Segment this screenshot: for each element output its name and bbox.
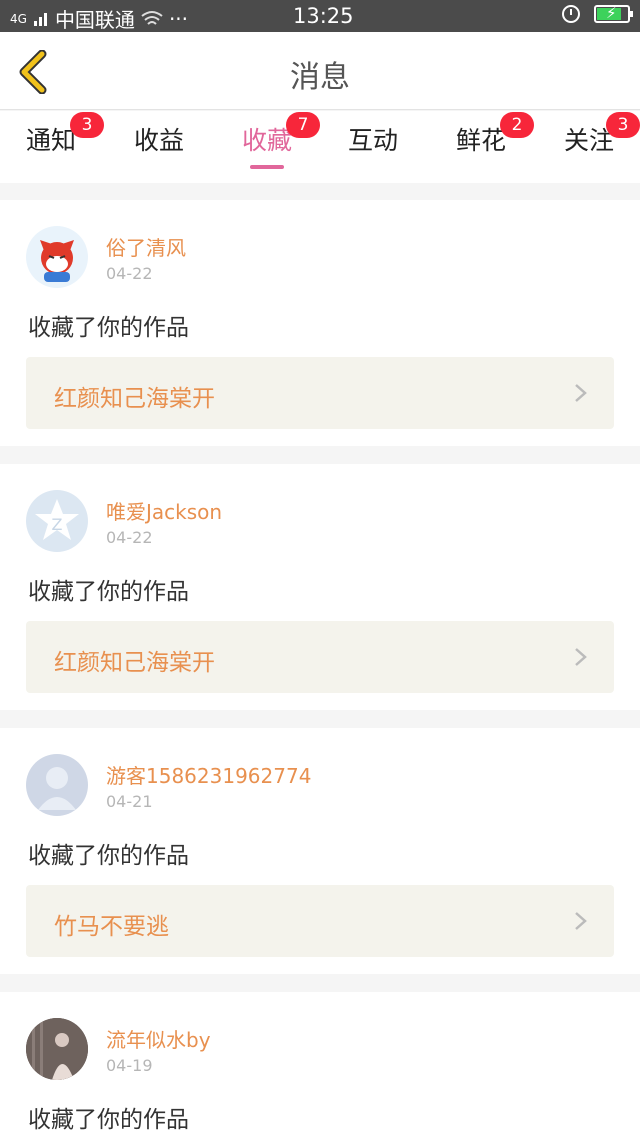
status-right: ⚡ bbox=[562, 4, 633, 23]
chevron-right-icon bbox=[575, 912, 587, 930]
default-star-avatar[interactable]: Z bbox=[26, 490, 88, 552]
tab-label: 互动 bbox=[347, 126, 398, 155]
message-date: 04-19 bbox=[106, 1056, 153, 1075]
action-text: 收藏了你的作品 bbox=[28, 1107, 189, 1133]
message-card: 游客1586231962774 04-21 收藏了你的作品 竹马不要逃 bbox=[0, 728, 640, 974]
user-name[interactable]: 俗了清风 bbox=[106, 232, 186, 261]
action-text: 收藏了你的作品 bbox=[28, 843, 189, 869]
chevron-right-icon bbox=[575, 648, 587, 666]
work-title: 竹马不要逃 bbox=[54, 914, 169, 940]
charging-icon: ⚡ bbox=[606, 4, 617, 22]
tab-label: 收藏 bbox=[241, 126, 292, 155]
user-name[interactable]: 唯爱Jackson bbox=[106, 496, 222, 525]
work-link[interactable]: 红颜知己海棠开 bbox=[26, 621, 614, 693]
work-link[interactable]: 竹马不要逃 bbox=[26, 885, 614, 957]
tab-favorites[interactable]: 收藏 7 bbox=[222, 112, 320, 169]
status-left: 4G 中国联通 ··· bbox=[10, 4, 188, 33]
unread-badge: 2 bbox=[500, 112, 534, 138]
status-bar: 4G 中国联通 ··· 13:25 ⚡ bbox=[0, 0, 640, 32]
battery-icon: ⚡ bbox=[594, 4, 633, 23]
tab-follows[interactable]: 关注 3 bbox=[544, 112, 640, 157]
work-title: 红颜知己海棠开 bbox=[54, 386, 215, 412]
signal-icon bbox=[33, 12, 47, 26]
unread-badge: 3 bbox=[606, 112, 640, 138]
tab-bar: 通知 3 收益 收藏 7 互动 鲜花 2 关注 3 bbox=[0, 111, 640, 183]
fox-image bbox=[40, 240, 74, 282]
more-dots: ··· bbox=[168, 6, 189, 31]
photo-avatar[interactable] bbox=[26, 1018, 88, 1080]
message-date: 04-22 bbox=[106, 528, 153, 547]
tab-label: 通知 bbox=[25, 126, 76, 155]
tab-label: 收益 bbox=[133, 126, 184, 155]
message-date: 04-21 bbox=[106, 792, 153, 811]
tab-interactions[interactable]: 互动 bbox=[328, 121, 418, 157]
tab-notifications[interactable]: 通知 3 bbox=[6, 112, 104, 157]
unread-badge: 7 bbox=[286, 112, 320, 138]
action-text: 收藏了你的作品 bbox=[28, 579, 189, 605]
message-card: Z 唯爱Jackson 04-22 收藏了你的作品 红颜知己海棠开 bbox=[0, 464, 640, 710]
message-date: 04-22 bbox=[106, 264, 153, 283]
nav-bar: 消息 bbox=[0, 32, 640, 110]
tab-flowers[interactable]: 鲜花 2 bbox=[436, 112, 534, 157]
chevron-right-icon bbox=[575, 384, 587, 402]
status-time: 13:25 bbox=[293, 4, 354, 28]
tab-earnings[interactable]: 收益 bbox=[114, 121, 204, 157]
message-card: 俗了清风 04-22 收藏了你的作品 红颜知己海棠开 bbox=[0, 200, 640, 446]
default-person-avatar[interactable] bbox=[26, 754, 88, 816]
active-tab-indicator bbox=[250, 165, 284, 169]
carrier-name: 中国联通 bbox=[54, 8, 135, 32]
work-title: 红颜知己海棠开 bbox=[54, 650, 215, 676]
wifi-icon bbox=[141, 10, 163, 25]
svg-text:Z: Z bbox=[52, 515, 63, 534]
network-type: 4G bbox=[10, 11, 27, 26]
message-card: 流年似水by 04-19 收藏了你的作品 bbox=[0, 992, 640, 1138]
unread-badge: 3 bbox=[70, 112, 104, 138]
alarm-icon bbox=[562, 5, 580, 23]
page-title: 消息 bbox=[290, 60, 350, 95]
star-image: Z bbox=[35, 499, 79, 540]
tab-label: 鲜花 bbox=[455, 126, 506, 155]
person-image bbox=[38, 767, 76, 810]
user-name[interactable]: 游客1586231962774 bbox=[106, 760, 311, 789]
user-name[interactable]: 流年似水by bbox=[106, 1024, 211, 1053]
cartoon-fox-avatar[interactable] bbox=[26, 226, 88, 288]
action-text: 收藏了你的作品 bbox=[28, 315, 189, 341]
work-link[interactable]: 红颜知己海棠开 bbox=[26, 357, 614, 429]
photo-image bbox=[26, 1018, 88, 1080]
